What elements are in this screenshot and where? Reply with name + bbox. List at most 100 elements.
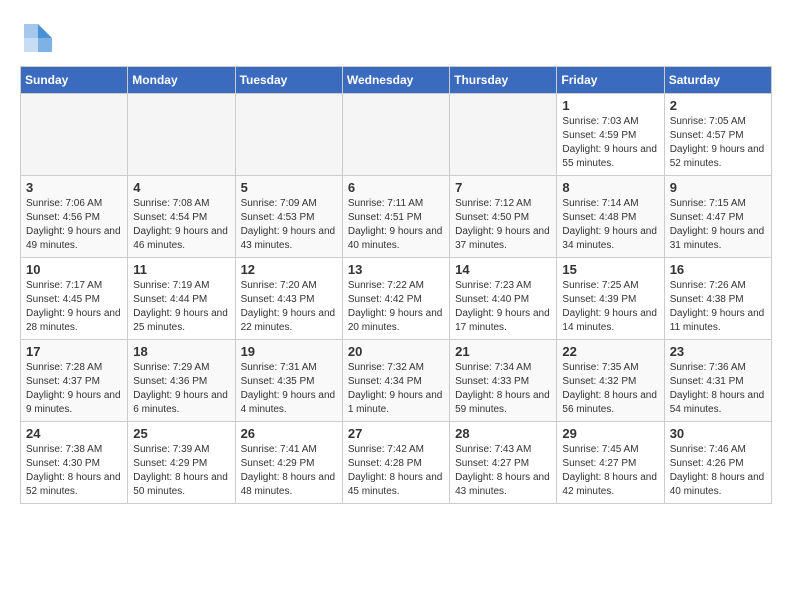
day-info: Sunrise: 7:38 AM Sunset: 4:30 PM Dayligh… — [26, 443, 122, 499]
day-number: 26 — [241, 426, 337, 441]
day-info: Sunrise: 7:03 AM Sunset: 4:59 PM Dayligh… — [562, 115, 658, 171]
day-number: 4 — [133, 180, 229, 195]
day-number: 18 — [133, 344, 229, 359]
day-cell — [128, 94, 235, 176]
day-info: Sunrise: 7:26 AM Sunset: 4:38 PM Dayligh… — [670, 279, 766, 335]
day-info: Sunrise: 7:09 AM Sunset: 4:53 PM Dayligh… — [241, 197, 337, 253]
day-cell: 24 Sunrise: 7:38 AM Sunset: 4:30 PM Dayli… — [21, 422, 128, 504]
week-row-5: 24 Sunrise: 7:38 AM Sunset: 4:30 PM Dayli… — [21, 422, 772, 504]
day-cell: 7Sunrise: 7:12 AM Sunset: 4:50 PM Daylig… — [450, 176, 557, 258]
day-number: 15 — [562, 262, 658, 277]
day-cell: 28Sunrise: 7:43 AM Sunset: 4:27 PM Dayli… — [450, 422, 557, 504]
day-cell: 4 Sunrise: 7:08 AM Sunset: 4:54 PM Daylig… — [128, 176, 235, 258]
day-cell: 26 Sunrise: 7:41 AM Sunset: 4:29 PM Dayli… — [235, 422, 342, 504]
day-cell: 23 Sunrise: 7:36 AM Sunset: 4:31 PM Dayli… — [664, 340, 771, 422]
day-number: 16 — [670, 262, 766, 277]
day-number: 1 — [562, 98, 658, 113]
day-cell: 27Sunrise: 7:42 AM Sunset: 4:28 PM Dayli… — [342, 422, 449, 504]
day-number: 22 — [562, 344, 658, 359]
day-info: Sunrise: 7:05 AM Sunset: 4:57 PM Dayligh… — [670, 115, 766, 171]
day-number: 13 — [348, 262, 444, 277]
day-cell: 18 Sunrise: 7:29 AM Sunset: 4:36 PM Dayli… — [128, 340, 235, 422]
day-number: 2 — [670, 98, 766, 113]
day-number: 11 — [133, 262, 229, 277]
day-cell: 3 Sunrise: 7:06 AM Sunset: 4:56 PM Daylig… — [21, 176, 128, 258]
day-info: Sunrise: 7:46 AM Sunset: 4:26 PM Dayligh… — [670, 443, 766, 499]
day-cell: 19 Sunrise: 7:31 AM Sunset: 4:35 PM Dayli… — [235, 340, 342, 422]
day-info: Sunrise: 7:22 AM Sunset: 4:42 PM Dayligh… — [348, 279, 444, 335]
day-info: Sunrise: 7:29 AM Sunset: 4:36 PM Dayligh… — [133, 361, 229, 417]
header-tuesday: Tuesday — [235, 67, 342, 94]
day-cell: 15 Sunrise: 7:25 AM Sunset: 4:39 PM Dayli… — [557, 258, 664, 340]
day-number: 7 — [455, 180, 551, 195]
day-cell: 14 Sunrise: 7:23 AM Sunset: 4:40 PM Dayli… — [450, 258, 557, 340]
day-cell: 22 Sunrise: 7:35 AM Sunset: 4:32 PM Dayli… — [557, 340, 664, 422]
day-cell: 20Sunrise: 7:32 AM Sunset: 4:34 PM Dayli… — [342, 340, 449, 422]
logo-icon — [20, 20, 56, 56]
day-info: Sunrise: 7:31 AM Sunset: 4:35 PM Dayligh… — [241, 361, 337, 417]
day-info: Sunrise: 7:28 AM Sunset: 4:37 PM Dayligh… — [26, 361, 122, 417]
day-info: Sunrise: 7:41 AM Sunset: 4:29 PM Dayligh… — [241, 443, 337, 499]
day-cell: 13 Sunrise: 7:22 AM Sunset: 4:42 PM Dayli… — [342, 258, 449, 340]
header-saturday: Saturday — [664, 67, 771, 94]
day-cell: 6 Sunrise: 7:11 AM Sunset: 4:51 PM Daylig… — [342, 176, 449, 258]
day-number: 8 — [562, 180, 658, 195]
day-number: 25 — [133, 426, 229, 441]
header-wednesday: Wednesday — [342, 67, 449, 94]
day-info: Sunrise: 7:45 AM Sunset: 4:27 PM Dayligh… — [562, 443, 658, 499]
day-number: 24 — [26, 426, 122, 441]
day-info: Sunrise: 7:36 AM Sunset: 4:31 PM Dayligh… — [670, 361, 766, 417]
day-cell: 30 Sunrise: 7:46 AM Sunset: 4:26 PM Dayli… — [664, 422, 771, 504]
day-info: Sunrise: 7:20 AM Sunset: 4:43 PM Dayligh… — [241, 279, 337, 335]
day-number: 5 — [241, 180, 337, 195]
day-cell: 1 Sunrise: 7:03 AM Sunset: 4:59 PM Daylig… — [557, 94, 664, 176]
day-info: Sunrise: 7:23 AM Sunset: 4:40 PM Dayligh… — [455, 279, 551, 335]
day-cell — [235, 94, 342, 176]
day-info: Sunrise: 7:43 AM Sunset: 4:27 PM Dayligh… — [455, 443, 551, 499]
day-cell: 2 Sunrise: 7:05 AM Sunset: 4:57 PM Daylig… — [664, 94, 771, 176]
day-number: 14 — [455, 262, 551, 277]
day-cell: 21Sunrise: 7:34 AM Sunset: 4:33 PM Dayli… — [450, 340, 557, 422]
page-header — [20, 20, 772, 56]
day-cell: 17 Sunrise: 7:28 AM Sunset: 4:37 PM Dayli… — [21, 340, 128, 422]
header-friday: Friday — [557, 67, 664, 94]
day-info: Sunrise: 7:11 AM Sunset: 4:51 PM Dayligh… — [348, 197, 444, 253]
day-number: 3 — [26, 180, 122, 195]
day-number: 12 — [241, 262, 337, 277]
day-cell: 12 Sunrise: 7:20 AM Sunset: 4:43 PM Dayli… — [235, 258, 342, 340]
day-number: 30 — [670, 426, 766, 441]
day-info: Sunrise: 7:25 AM Sunset: 4:39 PM Dayligh… — [562, 279, 658, 335]
day-number: 10 — [26, 262, 122, 277]
day-cell — [342, 94, 449, 176]
day-number: 6 — [348, 180, 444, 195]
day-cell: 8 Sunrise: 7:14 AM Sunset: 4:48 PM Daylig… — [557, 176, 664, 258]
header-row: SundayMondayTuesdayWednesdayThursdayFrid… — [21, 67, 772, 94]
calendar-table: SundayMondayTuesdayWednesdayThursdayFrid… — [20, 66, 772, 504]
day-cell: 11 Sunrise: 7:19 AM Sunset: 4:44 PM Dayli… — [128, 258, 235, 340]
day-info: Sunrise: 7:35 AM Sunset: 4:32 PM Dayligh… — [562, 361, 658, 417]
day-info: Sunrise: 7:42 AM Sunset: 4:28 PM Dayligh… — [348, 443, 444, 499]
day-info: Sunrise: 7:39 AM Sunset: 4:29 PM Dayligh… — [133, 443, 229, 499]
day-info: Sunrise: 7:14 AM Sunset: 4:48 PM Dayligh… — [562, 197, 658, 253]
day-info: Sunrise: 7:19 AM Sunset: 4:44 PM Dayligh… — [133, 279, 229, 335]
day-cell: 25 Sunrise: 7:39 AM Sunset: 4:29 PM Dayli… — [128, 422, 235, 504]
day-cell: 9Sunrise: 7:15 AM Sunset: 4:47 PM Daylig… — [664, 176, 771, 258]
header-thursday: Thursday — [450, 67, 557, 94]
day-cell: 16 Sunrise: 7:26 AM Sunset: 4:38 PM Dayli… — [664, 258, 771, 340]
header-monday: Monday — [128, 67, 235, 94]
day-cell: 5 Sunrise: 7:09 AM Sunset: 4:53 PM Daylig… — [235, 176, 342, 258]
day-number: 9 — [670, 180, 766, 195]
day-cell — [21, 94, 128, 176]
day-info: Sunrise: 7:17 AM Sunset: 4:45 PM Dayligh… — [26, 279, 122, 335]
day-info: Sunrise: 7:08 AM Sunset: 4:54 PM Dayligh… — [133, 197, 229, 253]
day-number: 23 — [670, 344, 766, 359]
day-number: 20 — [348, 344, 444, 359]
week-row-4: 17 Sunrise: 7:28 AM Sunset: 4:37 PM Dayli… — [21, 340, 772, 422]
logo — [20, 20, 62, 56]
day-number: 21 — [455, 344, 551, 359]
day-info: Sunrise: 7:06 AM Sunset: 4:56 PM Dayligh… — [26, 197, 122, 253]
day-number: 19 — [241, 344, 337, 359]
day-number: 17 — [26, 344, 122, 359]
day-cell: 10 Sunrise: 7:17 AM Sunset: 4:45 PM Dayli… — [21, 258, 128, 340]
week-row-3: 10 Sunrise: 7:17 AM Sunset: 4:45 PM Dayli… — [21, 258, 772, 340]
